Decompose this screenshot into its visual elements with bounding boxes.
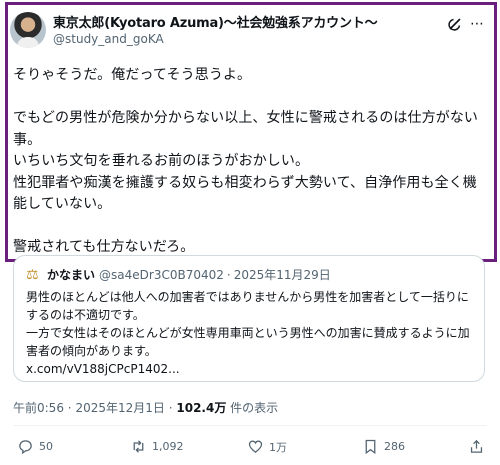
post-time[interactable]: 午前0:56 [13,401,64,415]
share-button[interactable] [468,438,490,455]
repost-icon [133,440,144,453]
repost-count: 1,092 [152,440,184,453]
more-icon[interactable]: ⋯ [468,15,486,33]
grok-icon[interactable] [446,15,464,33]
post-header: 東京太郎(Kyotaro Azuma)〜社会勉強系アカウント〜 @study_a… [10,10,486,54]
bookmark-button[interactable]: 286 [362,438,405,455]
quoted-author-name: かなまい [47,268,96,282]
like-count: 1万 [269,440,287,454]
reply-icon [19,440,32,455]
heart-icon [248,440,263,453]
action-bar: 50 1,092 1万 286 [13,438,487,458]
post-date[interactable]: 2025年12月1日 [75,401,164,415]
quoted-post-link[interactable]: x.com/vV188jCPcP1402... [26,360,472,378]
quoted-separator: · [226,267,231,282]
reply-count: 50 [39,440,53,453]
bookmark-count: 286 [384,440,405,453]
quoted-post-card[interactable]: ⚖ かなまい @sa4eDr3C0B70402 · 2025年11月29日 男性… [13,255,485,382]
meta-separator-2: · [168,401,173,415]
post-text: そりゃそうだ。俺だってそう思うよ。 でもどの男性が危険か分からない以上、女性に警… [13,67,479,255]
meta-separator: · [67,401,72,415]
quoted-post-text: 男性のほとんどは他人への加害者ではありませんから男性を加害者として一括りにするの… [26,290,470,358]
reply-button[interactable]: 50 [17,438,53,455]
post-meta: 午前0:56 · 2025年12月1日 · 102.4万 件の表示 [13,399,278,416]
author-display-name[interactable]: 東京太郎(Kyotaro Azuma)〜社会勉強系アカウント〜 [53,12,378,31]
view-count: 102.4万 [176,401,227,415]
like-button[interactable]: 1万 [247,438,287,455]
view-suffix: 件の表示 [230,401,279,415]
share-icon [470,439,483,453]
author-handle[interactable]: @study_and_goKA [53,32,164,46]
quoted-post-header: ⚖ かなまい @sa4eDr3C0B70402 · 2025年11月29日 [26,266,472,283]
avatar[interactable] [10,12,46,48]
quoted-author-handle: @sa4eDr3C0B70402 [99,267,224,282]
quoted-date: 2025年11月29日 [233,268,331,282]
divider [13,425,487,426]
repost-button[interactable]: 1,092 [130,438,184,455]
scales-icon: ⚖ [26,266,39,283]
bookmark-icon [365,439,376,455]
